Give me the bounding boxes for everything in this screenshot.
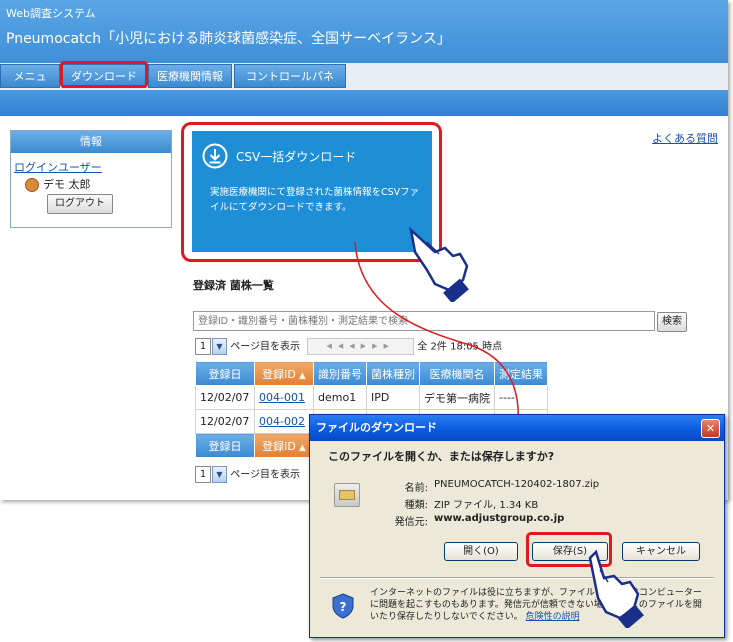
type-value: ZIP ファイル, 1.34 KB [434,500,539,511]
risk-explanation-link[interactable]: 危険性の説明 [526,612,580,622]
pointing-hand-icon [588,549,644,628]
divider [320,577,714,579]
pointing-hand-icon [409,226,469,302]
name-label: 名前: [404,483,428,494]
from-label: 発信元: [394,517,428,528]
zip-file-icon [334,483,360,507]
shield-icon: ? [332,593,354,619]
name-value: PNEUMOCATCH-120402-1807.zip [434,479,600,490]
svg-text:?: ? [340,600,347,614]
security-warning: インターネットのファイルは役に立ちますが、ファイルによってはコンピューターに問題… [370,587,710,623]
open-button[interactable]: 開く(O) [444,542,518,561]
from-value: www.adjustgroup.co.jp [434,513,565,524]
file-download-dialog: ファイルのダウンロード ✕ このファイルを開くか、または保存しますか? 名前: … [309,414,725,638]
dialog-title: ファイルのダウンロード [316,421,437,434]
dialog-titlebar: ファイルのダウンロード ✕ [310,415,724,441]
close-icon[interactable]: ✕ [701,419,720,438]
type-label: 種類: [404,500,428,511]
dialog-question: このファイルを開くか、または保存しますか? [328,450,555,463]
